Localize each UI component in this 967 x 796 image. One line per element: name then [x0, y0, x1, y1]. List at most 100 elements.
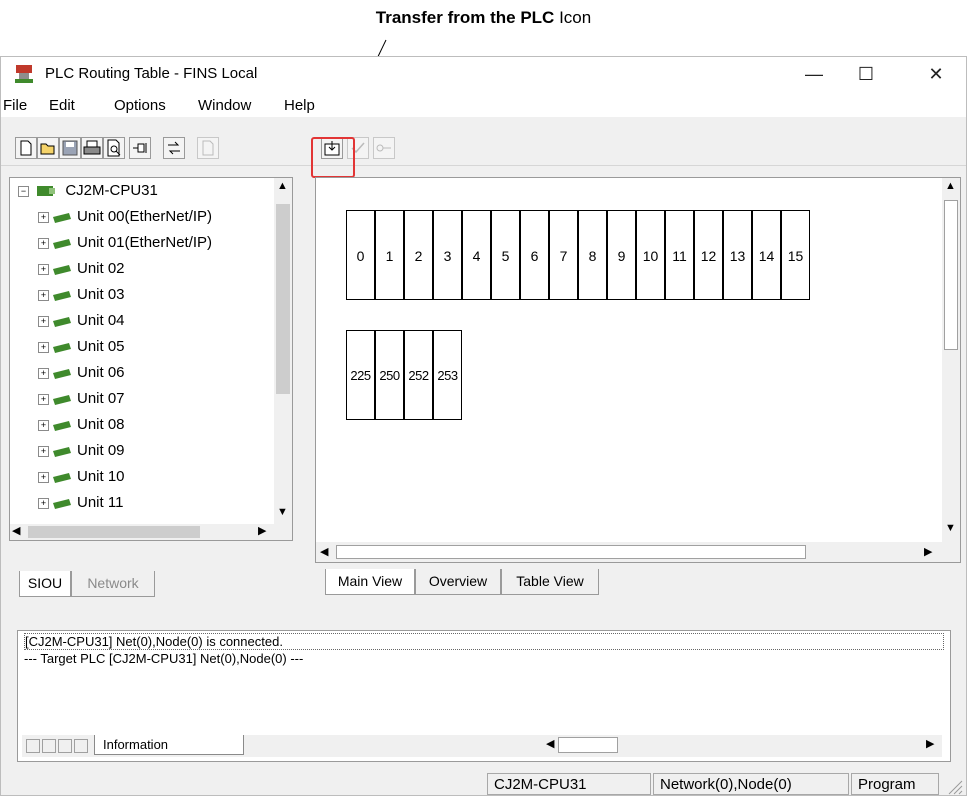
pin-icon[interactable]: [129, 137, 151, 159]
slot-cell[interactable]: 1: [375, 210, 404, 300]
view-vertical-scrollbar[interactable]: ▲ ▼: [942, 178, 960, 542]
scroll-left-icon[interactable]: ◀: [12, 524, 20, 537]
network-cell[interactable]: 225: [346, 330, 375, 420]
tab-overview[interactable]: Overview: [415, 569, 501, 595]
scroll-left-icon[interactable]: ◀: [320, 545, 328, 558]
info-hscroll-thumb[interactable]: [558, 737, 618, 753]
scroll-down-icon[interactable]: ▼: [277, 506, 288, 518]
new-icon[interactable]: [15, 137, 37, 159]
open-icon[interactable]: [37, 137, 59, 159]
network-cell[interactable]: 253: [433, 330, 462, 420]
slot-cell[interactable]: 5: [491, 210, 520, 300]
slot-cell[interactable]: 14: [752, 210, 781, 300]
menu-help[interactable]: Help: [284, 97, 315, 114]
expand-icon[interactable]: +: [38, 211, 49, 223]
first-tab-icon[interactable]: [26, 739, 40, 753]
scroll-up-icon[interactable]: ▲: [277, 180, 288, 192]
next-tab-icon[interactable]: [58, 739, 72, 753]
tree-unit-08[interactable]: + Unit 08: [38, 416, 125, 442]
disabled-doc-icon[interactable]: [197, 137, 219, 159]
prev-tab-icon[interactable]: [42, 739, 56, 753]
tree-unit-00[interactable]: + Unit 00(EtherNet/IP): [38, 208, 212, 234]
slot-cell[interactable]: 0: [346, 210, 375, 300]
tree-unit-03[interactable]: + Unit 03: [38, 286, 125, 312]
tab-siou[interactable]: SIOU: [19, 571, 71, 597]
resize-grip-icon[interactable]: [945, 777, 963, 795]
slot-cell[interactable]: 8: [578, 210, 607, 300]
menu-edit[interactable]: Edit: [49, 97, 75, 114]
scroll-right-icon[interactable]: ▶: [924, 545, 932, 558]
expand-icon[interactable]: +: [38, 289, 49, 301]
slot-cell[interactable]: 15: [781, 210, 810, 300]
key-icon[interactable]: [373, 137, 395, 159]
print-preview-icon[interactable]: [103, 137, 125, 159]
collapse-icon[interactable]: −: [18, 185, 29, 197]
view-hscroll-thumb[interactable]: [336, 545, 806, 559]
info-line[interactable]: [CJ2M-CPU31] Net(0),Node(0) is connected…: [24, 633, 944, 650]
tab-network[interactable]: Network: [71, 571, 155, 597]
tree-horizontal-scrollbar[interactable]: ◀ ▶: [10, 524, 292, 540]
scroll-right-icon[interactable]: ▶: [258, 524, 266, 537]
tree-unit-02[interactable]: + Unit 02: [38, 260, 125, 286]
tree-hscroll-thumb[interactable]: [28, 526, 200, 538]
close-button[interactable]: ✕: [913, 57, 959, 93]
app-icon: [15, 65, 33, 83]
view-horizontal-scrollbar[interactable]: ◀ ▶: [316, 542, 960, 562]
tree-vertical-scrollbar[interactable]: ▲ ▼: [274, 178, 292, 524]
menu-window[interactable]: Window: [198, 97, 251, 114]
scroll-right-icon[interactable]: ▶: [926, 737, 934, 750]
menu-file[interactable]: File: [3, 97, 27, 114]
expand-icon[interactable]: +: [38, 445, 49, 457]
routing-icon[interactable]: [163, 137, 185, 159]
slot-cell[interactable]: 6: [520, 210, 549, 300]
slot-cell[interactable]: 3: [433, 210, 462, 300]
tab-information[interactable]: Information: [94, 735, 244, 755]
unit-tree: − CJ2M-CPU31 + Unit 00(EtherNet/IP) + Unit…: [9, 177, 293, 541]
tree-root-node[interactable]: − CJ2M-CPU31: [18, 182, 158, 208]
network-cell[interactable]: 252: [404, 330, 433, 420]
scroll-up-icon[interactable]: ▲: [945, 180, 956, 192]
scroll-down-icon[interactable]: ▼: [945, 522, 956, 534]
unit-icon: [53, 291, 71, 302]
slot-cell[interactable]: 2: [404, 210, 433, 300]
expand-icon[interactable]: +: [38, 315, 49, 327]
title-bar: PLC Routing Table - FINS Local — ☐ ✕: [1, 57, 966, 93]
expand-icon[interactable]: +: [38, 237, 49, 249]
scroll-left-icon[interactable]: ◀: [546, 737, 554, 750]
network-cell[interactable]: 250: [375, 330, 404, 420]
view-scroll-thumb[interactable]: [944, 200, 958, 350]
expand-icon[interactable]: +: [38, 419, 49, 431]
tree-unit-11[interactable]: + Unit 11: [38, 494, 123, 520]
tree-unit-09[interactable]: + Unit 09: [38, 442, 125, 468]
tree-unit-07[interactable]: + Unit 07: [38, 390, 125, 416]
expand-icon[interactable]: +: [38, 341, 49, 353]
maximize-button[interactable]: ☐: [843, 57, 889, 93]
tab-table-view[interactable]: Table View: [501, 569, 599, 595]
expand-icon[interactable]: +: [38, 263, 49, 275]
print-icon[interactable]: [81, 137, 103, 159]
tree-unit-04[interactable]: + Unit 04: [38, 312, 125, 338]
slot-cell[interactable]: 10: [636, 210, 665, 300]
slot-cell[interactable]: 12: [694, 210, 723, 300]
tree-unit-01[interactable]: + Unit 01(EtherNet/IP): [38, 234, 212, 260]
tree-scroll-thumb[interactable]: [276, 204, 290, 394]
expand-icon[interactable]: +: [38, 367, 49, 379]
slot-cell[interactable]: 9: [607, 210, 636, 300]
tree-unit-label: Unit 04: [77, 312, 125, 329]
slot-cell[interactable]: 4: [462, 210, 491, 300]
expand-icon[interactable]: +: [38, 471, 49, 483]
minimize-button[interactable]: —: [791, 57, 837, 93]
slot-cell[interactable]: 13: [723, 210, 752, 300]
tree-unit-06[interactable]: + Unit 06: [38, 364, 125, 390]
expand-icon[interactable]: +: [38, 393, 49, 405]
expand-icon[interactable]: +: [38, 497, 49, 509]
tree-unit-05[interactable]: + Unit 05: [38, 338, 125, 364]
tab-main-view[interactable]: Main View: [325, 569, 415, 595]
last-tab-icon[interactable]: [74, 739, 88, 753]
menu-options[interactable]: Options: [114, 97, 166, 114]
slot-cell[interactable]: 11: [665, 210, 694, 300]
save-icon[interactable]: [59, 137, 81, 159]
slot-cell[interactable]: 7: [549, 210, 578, 300]
info-line[interactable]: --- Target PLC [CJ2M-CPU31] Net(0),Node(…: [24, 651, 303, 666]
tree-unit-10[interactable]: + Unit 10: [38, 468, 125, 494]
